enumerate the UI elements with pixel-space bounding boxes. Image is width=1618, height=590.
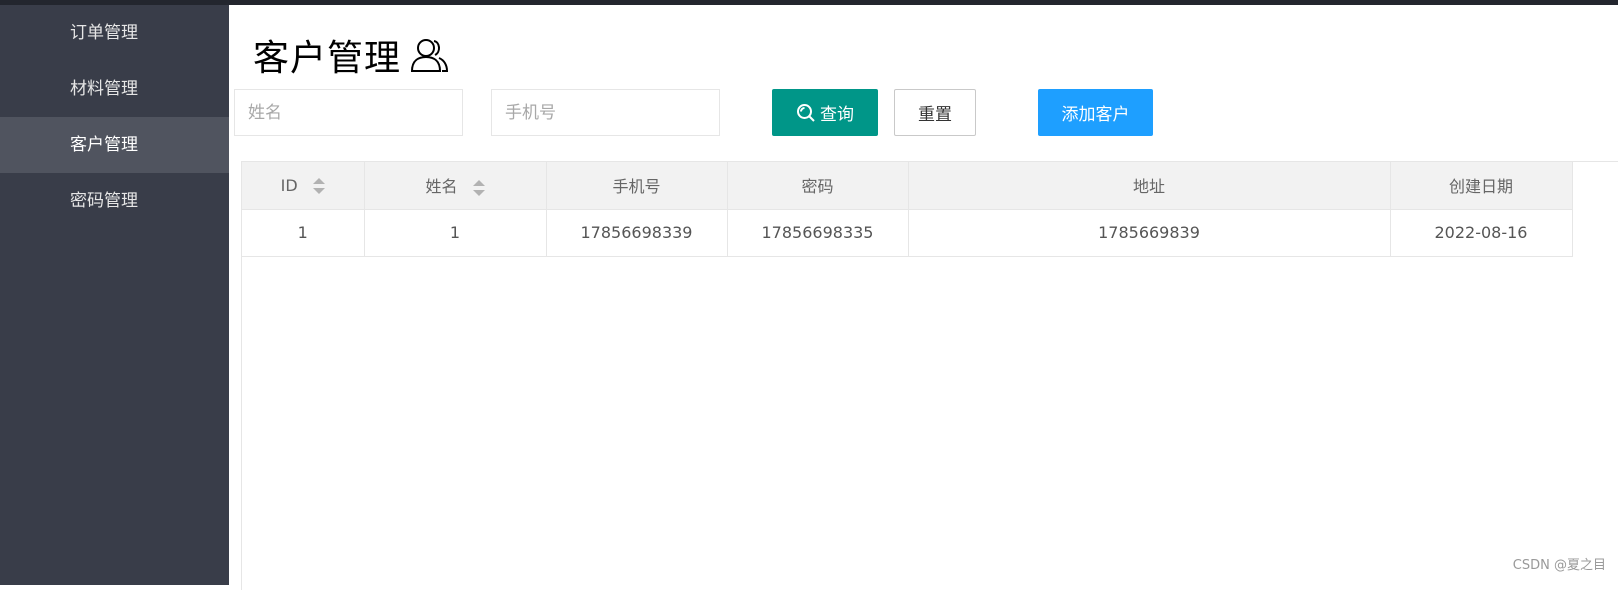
watermark: CSDN @夏之目	[1512, 558, 1606, 573]
phone-search-input[interactable]	[491, 89, 720, 136]
column-header-address: 地址	[908, 162, 1391, 210]
column-header-label: ID	[280, 175, 298, 195]
sidebar-item-materials[interactable]: 材料管理	[0, 61, 229, 117]
page-title: 客户管理	[253, 33, 449, 79]
sort-icon[interactable]	[472, 179, 485, 196]
column-header-password: 密码	[727, 162, 909, 210]
reset-button-label: 重置	[918, 105, 952, 125]
table-row[interactable]: 1 1 17856698339 17856698335 1785669839 2…	[242, 209, 1573, 257]
cell-created-date: 2022-08-16	[1390, 209, 1573, 257]
column-header-name[interactable]: 姓名	[364, 162, 547, 210]
sidebar-item-orders[interactable]: 订单管理	[0, 5, 229, 61]
add-customer-button[interactable]: 添加客户	[1038, 89, 1153, 136]
sidebar-item-customers[interactable]: 客户管理	[0, 117, 229, 173]
add-customer-button-label: 添加客户	[1061, 105, 1130, 125]
sidebar: 订单管理 材料管理 客户管理 密码管理	[0, 5, 229, 585]
user-group-icon	[409, 35, 449, 75]
column-header-id[interactable]: ID	[242, 162, 365, 210]
query-button-label: 查询	[820, 105, 854, 125]
cell-id: 1	[242, 209, 365, 257]
cell-address: 1785669839	[908, 209, 1391, 257]
sidebar-item-passwords[interactable]: 密码管理	[0, 173, 229, 229]
cell-name: 1	[364, 209, 547, 257]
cell-password: 17856698335	[727, 209, 909, 257]
search-icon	[797, 103, 815, 122]
name-search-input[interactable]	[234, 89, 463, 136]
sort-icon[interactable]	[312, 178, 325, 195]
cell-phone: 17856698339	[546, 209, 728, 257]
page-title-text: 客户管理	[253, 38, 402, 79]
column-header-created-date: 创建日期	[1390, 162, 1573, 210]
column-header-phone: 手机号	[546, 162, 728, 210]
query-button[interactable]: 查询	[772, 89, 878, 136]
column-header-label: 姓名	[425, 177, 458, 197]
main-content: 客户管理 查询 重置 添加客户 ID	[229, 5, 1618, 590]
customer-table: ID 姓名 手机号 密码 地址 创建日期 1 1 17856698339 178…	[241, 161, 1618, 590]
table-header-row: ID 姓名 手机号 密码 地址 创建日期	[242, 162, 1573, 210]
reset-button[interactable]: 重置	[894, 89, 976, 136]
